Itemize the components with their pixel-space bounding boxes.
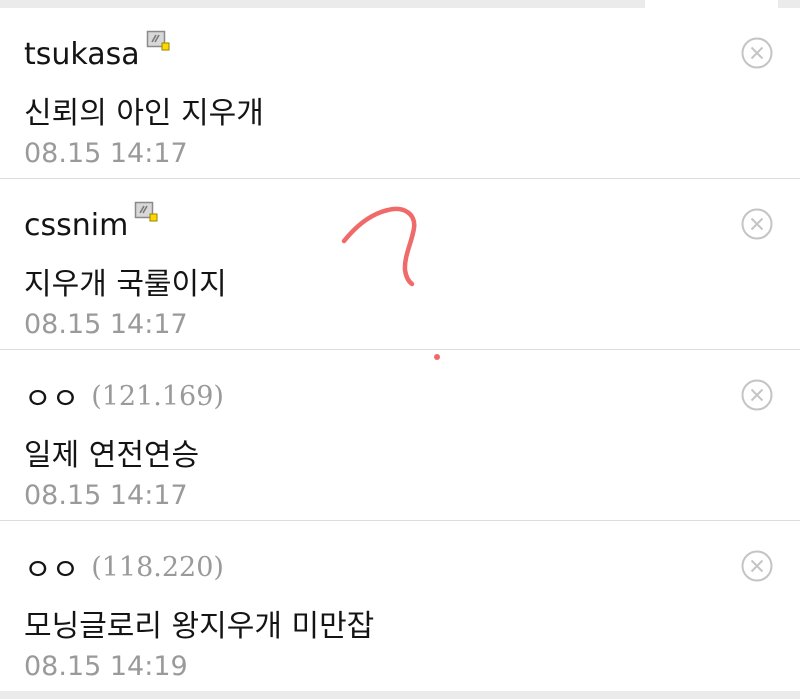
comment-author-line: tsukasa [24, 30, 172, 76]
comment-text: 신뢰의 아인 지우개 [24, 96, 264, 131]
comment-item: ㅇㅇ (121.169) 일제 연전연승 08.15 14:17 [0, 350, 800, 521]
comment-timestamp: 08.15 14:19 [24, 651, 188, 682]
comment-timestamp: 08.15 14:17 [24, 138, 188, 169]
comment-nickname[interactable]: ㅇㅇ [24, 545, 79, 589]
top-divider-segment [778, 0, 800, 8]
comment-nickname[interactable]: cssnim [24, 208, 128, 243]
close-circle-icon [741, 208, 773, 240]
comment-author-line: cssnim [24, 201, 160, 247]
comment-timestamp: 08.15 14:17 [24, 480, 188, 511]
comment-item: ㅇㅇ (118.220) 모닝글로리 왕지우개 미만잡 08.15 14:19 [0, 521, 800, 691]
comment-author-line: ㅇㅇ (118.220) [24, 545, 224, 589]
comment-item: cssnim 지우개 국룰이지 08.15 14:17 [0, 179, 800, 350]
close-circle-icon [741, 379, 773, 411]
close-circle-icon [741, 37, 773, 69]
delete-comment-button[interactable] [740, 36, 774, 70]
comment-text: 지우개 국룰이지 [24, 267, 227, 302]
comment-ip: (118.220) [91, 551, 224, 583]
comment-nickname[interactable]: tsukasa [24, 37, 140, 72]
delete-comment-button[interactable] [740, 207, 774, 241]
comment-text: 모닝글로리 왕지우개 미만잡 [24, 609, 375, 644]
fixed-nick-badge-icon [134, 201, 160, 225]
close-circle-icon [741, 550, 773, 582]
comment-text: 일제 연전연승 [24, 438, 200, 473]
comment-author-line: ㅇㅇ (121.169) [24, 374, 224, 418]
comment-timestamp: 08.15 14:17 [24, 309, 188, 340]
top-divider-strip [0, 0, 800, 8]
comment-item: tsukasa 신뢰의 아인 지우개 08.15 14:17 [0, 8, 800, 179]
comment-ip: (121.169) [91, 380, 224, 412]
comment-nickname[interactable]: ㅇㅇ [24, 374, 79, 418]
delete-comment-button[interactable] [740, 549, 774, 583]
delete-comment-button[interactable] [740, 378, 774, 412]
bottom-divider-strip [0, 691, 800, 699]
fixed-nick-badge-icon [146, 30, 172, 54]
top-divider-segment [0, 0, 645, 8]
